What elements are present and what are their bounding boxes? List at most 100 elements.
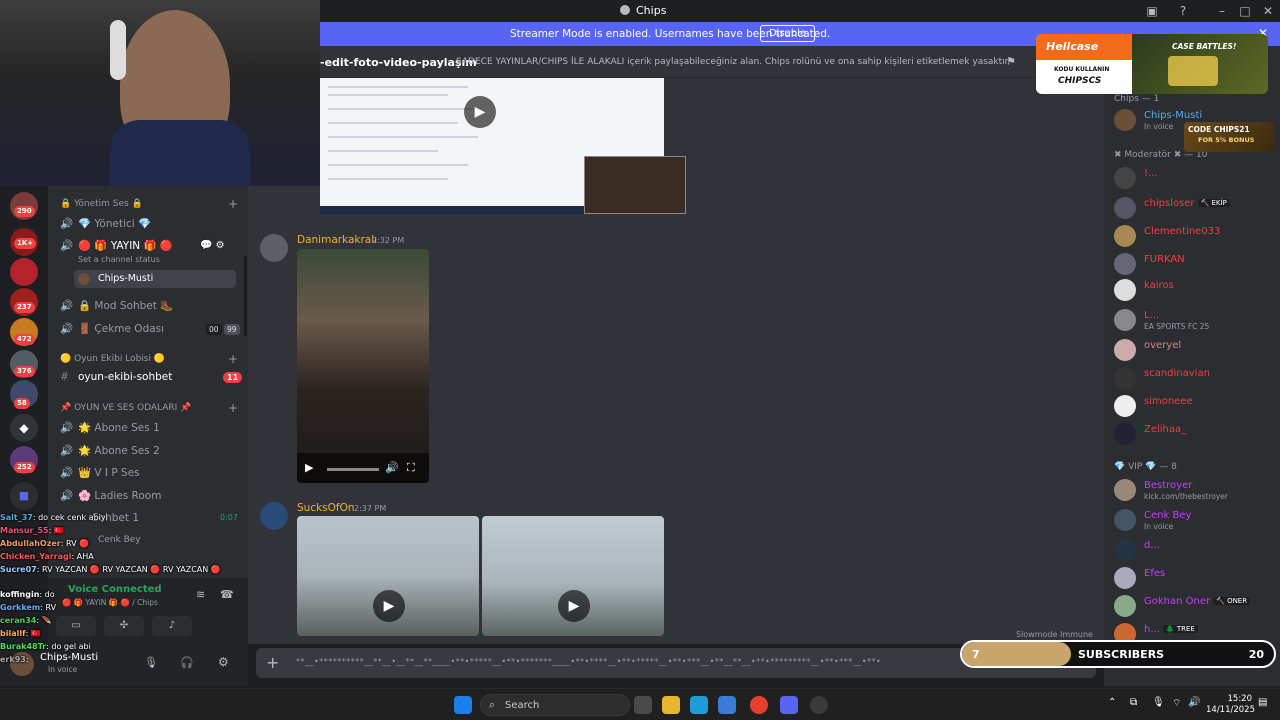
chat-line: Chicken_Yarragi: AHA	[0, 552, 94, 561]
doc-line	[328, 122, 458, 124]
microphone-icon[interactable]: 🎙	[1152, 697, 1165, 708]
server-icon[interactable]	[10, 258, 38, 286]
category-oyun-ses[interactable]: 📌 OYUN VE SES ODALARI 📌	[60, 403, 191, 413]
avatar	[1114, 225, 1136, 247]
tray-chevron-icon[interactable]: ⌃	[1108, 697, 1116, 708]
category-yonetim[interactable]: 🔒 Yönetim Ses 🔒	[60, 199, 143, 209]
message-author[interactable]: Danimarkakralı	[297, 234, 377, 246]
member-name: chipsloser	[1144, 198, 1195, 209]
member-item[interactable]: FURKAN	[1114, 252, 1280, 278]
obs-icon[interactable]	[810, 696, 828, 714]
message-author[interactable]: SucksOfOn	[297, 502, 355, 514]
member-item[interactable]: !...	[1114, 166, 1280, 192]
channel-vip-ses[interactable]: 🔊 👑 V I P Ses	[60, 466, 140, 479]
play-icon[interactable]: ▶	[464, 96, 496, 128]
member-item[interactable]: Bestroyer kick.com/thebestroyer	[1114, 478, 1280, 504]
chat-area: ▶ Danimarkakralı 2:32 PM ▶ 🔊 ⛶ SucksOfOn…	[248, 78, 1104, 644]
add-attachment-icon[interactable]: +	[266, 653, 279, 672]
search-label: Search	[505, 700, 540, 711]
member-item[interactable]: simoneee	[1114, 394, 1280, 420]
chat-text: : do	[39, 590, 55, 599]
tray-app-icon[interactable]: ⧉	[1130, 697, 1137, 708]
volume-icon[interactable]: 🔊	[1188, 697, 1200, 708]
member-item[interactable]: chipsloser 🔨 EKİP	[1114, 196, 1280, 222]
bonus-text: FOR 5% BONUS	[1198, 136, 1255, 144]
play-icon[interactable]: ▶	[558, 590, 590, 622]
channel-abone-ses-1[interactable]: 🔊 🌟 Abone Ses 1	[60, 421, 160, 434]
member-item[interactable]: Clementine033	[1114, 224, 1280, 250]
chat-line: bilallf: 🇹🇷	[0, 629, 41, 638]
chrome-icon[interactable]	[750, 696, 768, 714]
volume-icon[interactable]: 🔊	[385, 461, 399, 474]
member-item[interactable]: scandinavian	[1114, 366, 1280, 392]
speaker-icon: 🔊	[60, 323, 74, 335]
channel-yonetici[interactable]: 🔊 💎 Yönetici 💎	[60, 217, 151, 230]
channel-status[interactable]: Set a channel status	[78, 255, 160, 264]
inbox-icon[interactable]: ▣	[1144, 3, 1160, 19]
file-explorer-icon[interactable]	[662, 696, 680, 714]
taskbar-search[interactable]: ⌕ Search	[480, 694, 630, 716]
disable-button[interactable]: Disable	[760, 25, 816, 42]
help-icon[interactable]: ?	[1175, 3, 1191, 19]
member-item[interactable]: overyel	[1114, 338, 1280, 364]
minimize-icon[interactable]: –	[1214, 3, 1230, 19]
category-oyun-ekibi[interactable]: 🟡 Oyun Ekibi Lobisi 🟡	[60, 354, 165, 364]
member-item[interactable]: Zelihaa_	[1114, 422, 1280, 448]
avatar	[1114, 367, 1136, 389]
member-item[interactable]: kairos	[1114, 278, 1280, 304]
taskbar-clock[interactable]: 15:20 14/11/2025	[1206, 694, 1255, 716]
chat-text: : RV YAZCAN 🔴 RV YAZCAN 🔴 RV YAZCAN 🔴	[36, 565, 221, 574]
windows-taskbar: ⌕ Search ⌃ ⧉ 🎙 ⌔ 🔊 15:20 14/11/2025 ▤	[0, 688, 1280, 720]
member-item[interactable]: Cenk Bey In voice	[1114, 508, 1280, 534]
channel-cekme-odasi[interactable]: 🔊 🚪 Çekme Odası	[60, 322, 164, 335]
settings-icon[interactable]: ⚙	[218, 655, 229, 669]
chat-user: Burak48Tr	[0, 642, 47, 651]
chat-text: : do cek cenk abiyi	[32, 513, 108, 522]
channel-actions[interactable]: 💬 ⚙	[200, 240, 225, 251]
maximize-icon[interactable]: □	[1237, 3, 1253, 19]
disconnect-icon[interactable]: ☎	[220, 588, 234, 601]
call-timer: 0:07	[220, 513, 238, 522]
member-name: Efes	[1144, 568, 1166, 579]
sidebar-scrollbar[interactable]	[244, 256, 247, 336]
clock-date: 14/11/2025	[1206, 705, 1255, 715]
channel-oyun-ekibi-sohbet[interactable]: # oyun-ekibi-sohbet	[60, 371, 172, 383]
channel-mod-sohbet[interactable]: 🔊 🔒 Mod Sohbet 🥾	[60, 299, 173, 312]
member-item[interactable]: d...	[1114, 538, 1280, 564]
start-icon[interactable]	[454, 696, 472, 714]
server-badge: 376	[14, 366, 35, 377]
play-icon[interactable]: ▶	[305, 461, 313, 474]
video-progress-bar[interactable]	[327, 468, 379, 471]
discord-icon[interactable]	[780, 696, 798, 714]
fullscreen-icon[interactable]: ⛶	[407, 461, 415, 475]
video-attachment[interactable]: ▶ 🔊 ⛶	[297, 249, 429, 483]
speaker-icon: 🔊	[60, 240, 74, 252]
member-item[interactable]: L... EA SPORTS FC 25	[1114, 308, 1280, 334]
add-channel-icon[interactable]: +	[228, 352, 238, 366]
image-attachment[interactable]: ▶	[320, 78, 686, 214]
video-attachment[interactable]: ▶	[482, 516, 664, 636]
avatar[interactable]	[260, 234, 288, 262]
play-icon[interactable]: ▶	[373, 590, 405, 622]
voice-user-row[interactable]: Chips-Musti	[74, 270, 236, 288]
chat-text: : 🪶	[36, 616, 52, 625]
task-view-icon[interactable]	[634, 696, 652, 714]
add-channel-icon[interactable]: +	[228, 197, 238, 211]
member-item[interactable]: Efes	[1114, 566, 1280, 592]
channel-yayin[interactable]: 🔊 🔴 🎁 YAYIN 🎁 🔴	[60, 239, 173, 252]
discover-icon[interactable]: ◆	[10, 414, 38, 442]
server-badge: 290	[14, 206, 35, 217]
video-attachment[interactable]: ▶	[297, 516, 479, 636]
edge-icon[interactable]	[690, 696, 708, 714]
channel-abone-ses-2[interactable]: 🔊 🌟 Abone Ses 2	[60, 444, 160, 457]
store-icon[interactable]	[718, 696, 736, 714]
threads-icon[interactable]: ⚑	[1006, 55, 1016, 68]
server-badge: 252	[14, 462, 35, 473]
member-item[interactable]: Gokhan Oner 🔨 ONER	[1114, 594, 1280, 620]
add-channel-icon[interactable]: +	[228, 401, 238, 415]
close-icon[interactable]: ✕	[1260, 3, 1276, 19]
notifications-icon[interactable]: ▤	[1258, 697, 1267, 708]
wifi-icon[interactable]: ⌔	[1172, 697, 1181, 710]
avatar[interactable]	[260, 502, 288, 530]
member-name: Zelihaa_	[1144, 424, 1187, 435]
